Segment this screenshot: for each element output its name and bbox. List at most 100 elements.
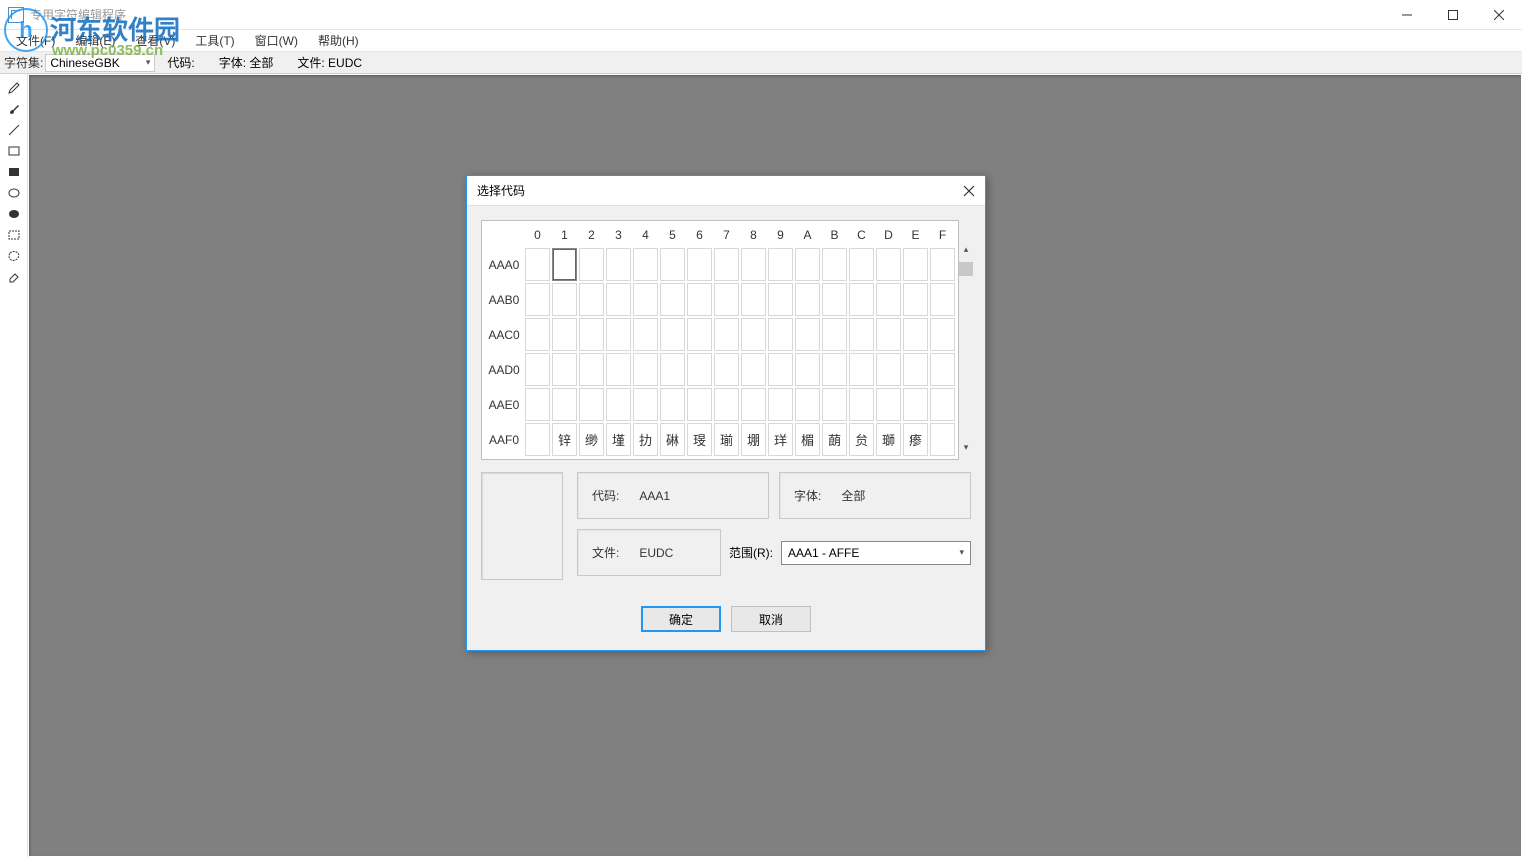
grid-cell[interactable] bbox=[741, 318, 766, 351]
grid-cell[interactable] bbox=[822, 318, 847, 351]
grid-cell[interactable]: 瘆 bbox=[903, 423, 928, 456]
grid-cell[interactable] bbox=[768, 248, 793, 281]
grid-cell[interactable] bbox=[768, 353, 793, 386]
close-button[interactable] bbox=[1476, 0, 1522, 30]
grid-cell[interactable] bbox=[930, 318, 955, 351]
cancel-button[interactable]: 取消 bbox=[731, 606, 811, 632]
grid-cell[interactable]: 锌 bbox=[552, 423, 577, 456]
grid-cell[interactable] bbox=[795, 388, 820, 421]
grid-cell[interactable] bbox=[579, 353, 604, 386]
grid-cell[interactable] bbox=[579, 248, 604, 281]
grid-cell[interactable] bbox=[741, 283, 766, 316]
close-icon[interactable] bbox=[963, 185, 975, 197]
grid-cell[interactable] bbox=[606, 318, 631, 351]
grid-cell[interactable]: 缈 bbox=[579, 423, 604, 456]
grid-cell[interactable] bbox=[660, 283, 685, 316]
rect-fill-tool[interactable] bbox=[4, 162, 24, 182]
grid-cell[interactable] bbox=[768, 318, 793, 351]
grid-cell[interactable] bbox=[876, 318, 901, 351]
grid-cell[interactable] bbox=[525, 388, 550, 421]
grid-cell[interactable] bbox=[633, 318, 658, 351]
menu-edit[interactable]: 编辑(E) bbox=[67, 30, 123, 51]
grid-cell[interactable] bbox=[795, 353, 820, 386]
grid-cell[interactable] bbox=[822, 248, 847, 281]
grid-cell[interactable] bbox=[849, 388, 874, 421]
grid-cell[interactable] bbox=[552, 318, 577, 351]
select-rect-tool[interactable] bbox=[4, 225, 24, 245]
grid-cell[interactable] bbox=[849, 353, 874, 386]
grid-cell[interactable] bbox=[741, 353, 766, 386]
grid-cell[interactable] bbox=[741, 248, 766, 281]
grid-cell[interactable] bbox=[930, 388, 955, 421]
grid-cell[interactable] bbox=[930, 353, 955, 386]
pencil-tool[interactable] bbox=[4, 78, 24, 98]
menu-tools[interactable]: 工具(T) bbox=[187, 30, 242, 51]
grid-cell[interactable] bbox=[714, 353, 739, 386]
grid-cell[interactable] bbox=[525, 353, 550, 386]
grid-cell[interactable] bbox=[633, 283, 658, 316]
grid-cell[interactable] bbox=[795, 318, 820, 351]
grid-cell[interactable]: 扐 bbox=[633, 423, 658, 456]
menu-help[interactable]: 帮助(H) bbox=[310, 30, 367, 51]
grid-cell[interactable]: 楣 bbox=[795, 423, 820, 456]
grid-cell[interactable]: 贠 bbox=[849, 423, 874, 456]
grid-cell[interactable]: 珜 bbox=[768, 423, 793, 456]
grid-cell[interactable] bbox=[660, 353, 685, 386]
grid-cell[interactable] bbox=[903, 353, 928, 386]
grid-cell[interactable] bbox=[606, 283, 631, 316]
grid-cell[interactable] bbox=[930, 283, 955, 316]
grid-cell[interactable] bbox=[552, 248, 577, 281]
grid-cell[interactable] bbox=[876, 388, 901, 421]
grid-cell[interactable] bbox=[525, 423, 550, 456]
grid-cell[interactable] bbox=[579, 283, 604, 316]
grid-cell[interactable] bbox=[714, 388, 739, 421]
grid-cell[interactable]: 瑐 bbox=[714, 423, 739, 456]
ellipse-fill-tool[interactable] bbox=[4, 204, 24, 224]
grid-cell[interactable]: 瑡 bbox=[876, 423, 901, 456]
grid-cell[interactable] bbox=[768, 283, 793, 316]
scroll-thumb[interactable] bbox=[959, 262, 973, 276]
scroll-up-icon[interactable]: ▴ bbox=[959, 244, 973, 260]
grid-cell[interactable] bbox=[795, 283, 820, 316]
grid-cell[interactable] bbox=[660, 248, 685, 281]
grid-cell[interactable] bbox=[903, 388, 928, 421]
charset-dropdown[interactable]: ChineseGBK ▾ bbox=[45, 54, 155, 72]
grid-cell[interactable] bbox=[714, 283, 739, 316]
grid-cell[interactable] bbox=[714, 318, 739, 351]
rect-outline-tool[interactable] bbox=[4, 141, 24, 161]
grid-cell[interactable] bbox=[930, 248, 955, 281]
maximize-button[interactable] bbox=[1430, 0, 1476, 30]
grid-cell[interactable] bbox=[633, 353, 658, 386]
grid-cell[interactable] bbox=[876, 353, 901, 386]
grid-cell[interactable] bbox=[552, 353, 577, 386]
grid-cell[interactable] bbox=[903, 283, 928, 316]
grid-cell[interactable] bbox=[849, 283, 874, 316]
menu-window[interactable]: 窗口(W) bbox=[247, 30, 306, 51]
select-free-tool[interactable] bbox=[4, 246, 24, 266]
brush-tool[interactable] bbox=[4, 99, 24, 119]
grid-cell[interactable] bbox=[579, 318, 604, 351]
grid-cell[interactable]: 蓢 bbox=[822, 423, 847, 456]
grid-cell[interactable] bbox=[579, 388, 604, 421]
grid-cell[interactable] bbox=[633, 388, 658, 421]
grid-cell[interactable] bbox=[660, 318, 685, 351]
grid-cell[interactable] bbox=[903, 248, 928, 281]
grid-cell[interactable] bbox=[606, 248, 631, 281]
ok-button[interactable]: 确定 bbox=[641, 606, 721, 632]
grid-cell[interactable] bbox=[714, 248, 739, 281]
grid-cell[interactable] bbox=[795, 248, 820, 281]
grid-cell[interactable] bbox=[876, 248, 901, 281]
grid-cell[interactable] bbox=[822, 283, 847, 316]
grid-cell[interactable] bbox=[687, 318, 712, 351]
grid-cell[interactable] bbox=[552, 283, 577, 316]
grid-cell[interactable] bbox=[849, 248, 874, 281]
grid-cell[interactable] bbox=[822, 353, 847, 386]
grid-cell[interactable] bbox=[525, 248, 550, 281]
grid-cell[interactable]: 墐 bbox=[606, 423, 631, 456]
grid-cell[interactable] bbox=[876, 283, 901, 316]
grid-cell[interactable] bbox=[660, 388, 685, 421]
grid-cell[interactable] bbox=[822, 388, 847, 421]
scroll-down-icon[interactable]: ▾ bbox=[959, 442, 973, 458]
grid-cell[interactable] bbox=[687, 283, 712, 316]
grid-cell[interactable]: 堋 bbox=[741, 423, 766, 456]
